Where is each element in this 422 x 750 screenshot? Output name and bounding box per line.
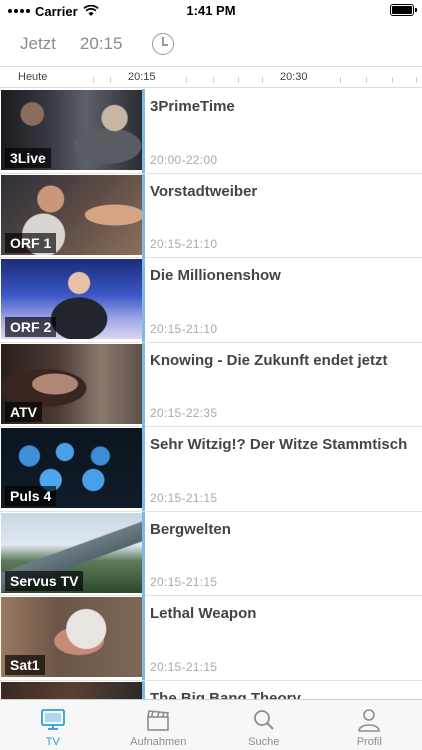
program-time: 20:15-21:10 <box>150 321 218 336</box>
time-selector: Jetzt 20:15 <box>0 28 422 60</box>
primetime-button[interactable]: 20:15 <box>80 34 123 54</box>
program-thumbnail: Servus TV <box>1 512 143 593</box>
program-time: 20:15-21:10 <box>150 237 218 251</box>
timeline-tick <box>238 77 239 83</box>
program-row[interactable]: ATV Knowing - Die Zukunft endet jetzt 20… <box>0 342 422 427</box>
channel-label: Sat1 <box>5 655 45 675</box>
battery-icon <box>390 4 417 16</box>
program-row[interactable]: Sat1 Lethal Weapon 20:15-21:15 <box>0 596 422 681</box>
timeline-day-label: Heute <box>18 71 48 83</box>
clapperboard-icon <box>147 710 170 731</box>
program-title: The Big Bang Theory <box>150 689 301 700</box>
tab-label: Suche <box>248 736 280 748</box>
tab-label: Profil <box>356 736 382 748</box>
program-time: 20:15-21:15 <box>150 575 218 589</box>
search-icon <box>253 710 274 730</box>
program-title: Sehr Witzig!? Der Witze Stammtisch <box>150 436 408 453</box>
program-title: Knowing - Die Zukunft endet jetzt <box>150 351 388 369</box>
program-title: Die Millionenshow <box>150 267 281 284</box>
status-time: 1:41 PM <box>186 3 236 18</box>
timeline-tick <box>262 77 263 83</box>
channel-label: 3Live <box>5 148 51 168</box>
channel-label: Puls 4 <box>5 486 57 506</box>
tab-tv[interactable]: TV <box>0 700 106 750</box>
program-row[interactable]: Puls 4 Sehr Witzig!? Der Witze Stammtisc… <box>0 427 422 512</box>
channel-label: ORF 1 <box>5 232 57 253</box>
program-thumbnail <box>1 681 143 699</box>
tab-profil[interactable]: Profil <box>317 700 422 750</box>
timeline-tick <box>416 77 417 83</box>
program-title: 3PrimeTime <box>150 98 235 115</box>
program-thumbnail: Sat1 <box>1 597 143 677</box>
tab-suche[interactable]: Suche <box>211 700 317 750</box>
timeline-tick <box>366 77 367 83</box>
program-row[interactable]: Servus TV Bergwelten 20:15-21:15 <box>0 511 422 596</box>
timeline-tick <box>93 77 94 83</box>
tab-label: Aufnahmen <box>130 736 187 748</box>
program-time: 20:15-22:35 <box>150 406 218 420</box>
timeline[interactable]: Heute 20:15 20:30 <box>0 66 422 88</box>
timeline-tick <box>110 77 111 83</box>
clock-icon[interactable] <box>152 33 175 55</box>
tv-icon <box>40 709 65 730</box>
timeline-mark: 20:15 <box>128 71 156 83</box>
timeline-tick <box>186 77 187 83</box>
program-thumbnail: 3Live <box>1 90 143 170</box>
status-bar: Carrier 1:41 PM <box>0 0 422 22</box>
tab-aufnahmen[interactable]: Aufnahmen <box>106 700 212 750</box>
program-row[interactable]: ORF 2 Die Millionenshow 20:15-21:10 <box>0 258 422 343</box>
tab-bar: TV Aufnahmen Suche Profil <box>0 699 422 750</box>
program-time: 20:00-22:00 <box>150 152 218 167</box>
program-time: 20:15-21:15 <box>150 659 218 674</box>
channel-label: ATV <box>5 401 42 422</box>
program-title: Bergwelten <box>150 520 231 538</box>
channel-label: ORF 2 <box>5 317 57 337</box>
program-thumbnail: ATV <box>1 343 143 424</box>
channel-label: Servus TV <box>5 570 84 591</box>
profile-icon <box>358 709 381 732</box>
timeline-tick <box>340 77 341 83</box>
program-title: Vorstadtweiber <box>150 182 258 200</box>
program-time: 20:15-21:15 <box>150 490 218 505</box>
now-button[interactable]: Jetzt <box>20 34 56 54</box>
program-row[interactable]: The Big Bang Theory <box>0 680 422 700</box>
timeline-tick <box>213 77 214 83</box>
program-list[interactable]: 3Live 3PrimeTime 20:00-22:00 ORF 1 Vorst… <box>0 89 422 699</box>
program-row[interactable]: 3Live 3PrimeTime 20:00-22:00 <box>0 89 422 174</box>
program-thumbnail: ORF 2 <box>1 259 143 339</box>
program-title: Lethal Weapon <box>150 605 257 622</box>
program-row[interactable]: ORF 1 Vorstadtweiber 20:15-21:10 <box>0 173 422 258</box>
tab-label: TV <box>45 736 60 748</box>
program-thumbnail: ORF 1 <box>1 174 143 255</box>
program-thumbnail: Puls 4 <box>1 428 143 508</box>
timeline-mark: 20:30 <box>280 71 308 83</box>
timeline-tick <box>392 77 393 83</box>
